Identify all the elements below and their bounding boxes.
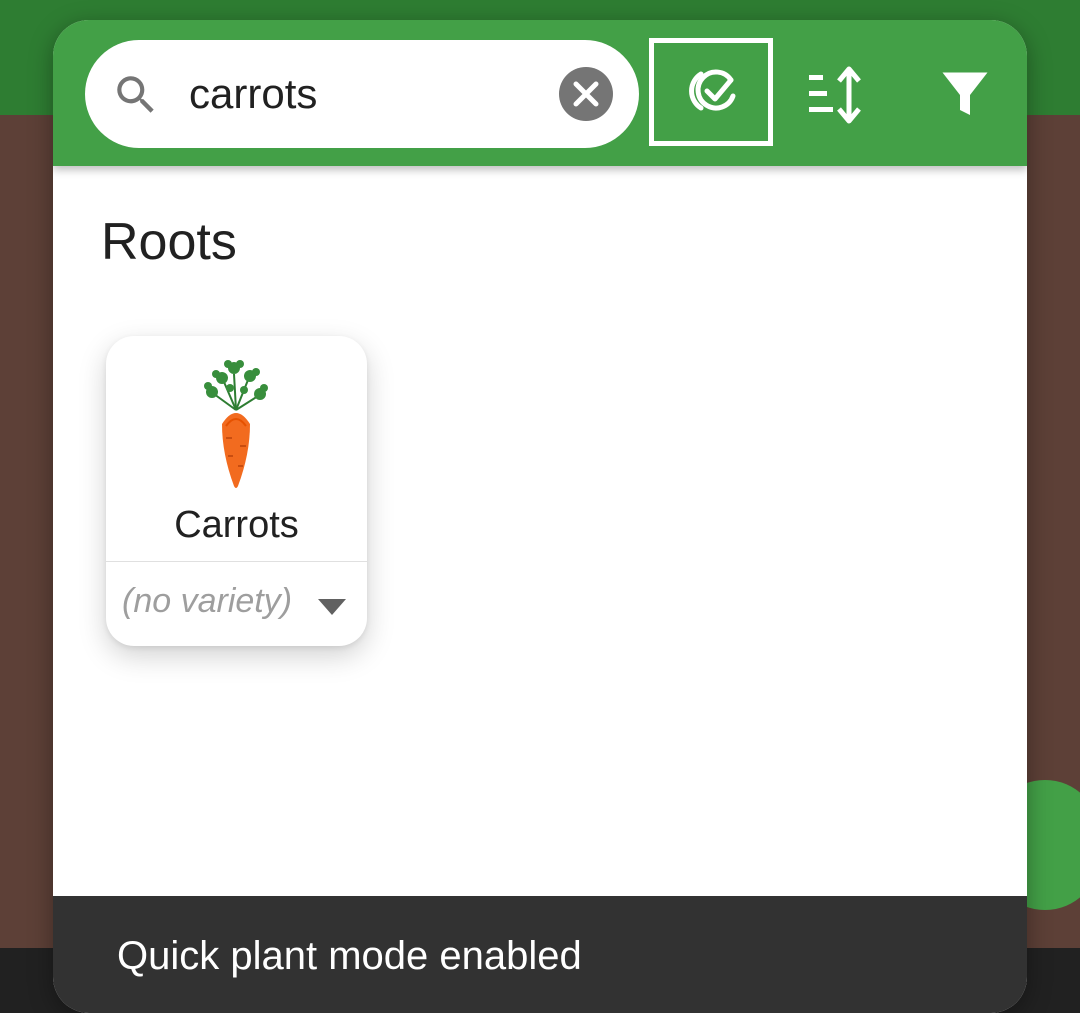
search-box <box>85 40 639 148</box>
search-icon <box>111 70 161 120</box>
plant-picker-dialog: Roots <box>53 20 1027 1013</box>
filter-button[interactable] <box>935 65 995 125</box>
quick-plant-icon <box>689 69 736 111</box>
sort-icon <box>809 66 861 124</box>
section-title: Roots <box>101 213 237 271</box>
search-input[interactable] <box>189 60 549 128</box>
snackbar: Quick plant mode enabled <box>53 896 1027 1013</box>
carrot-icon <box>200 354 272 490</box>
quick-plant-button[interactable] <box>649 38 773 146</box>
sort-button[interactable] <box>803 65 873 125</box>
clear-search-button[interactable] <box>559 67 613 121</box>
card-divider <box>106 561 367 562</box>
dropdown-arrow-icon <box>318 599 346 615</box>
snackbar-message: Quick plant mode enabled <box>117 934 582 978</box>
plant-name: Carrots <box>174 504 299 546</box>
close-icon <box>573 81 599 107</box>
plant-card-carrots[interactable]: Carrots (no variety) <box>106 336 367 646</box>
variety-value: (no variety) <box>122 582 293 620</box>
filter-icon <box>942 72 988 115</box>
dialog-header <box>53 20 1027 166</box>
